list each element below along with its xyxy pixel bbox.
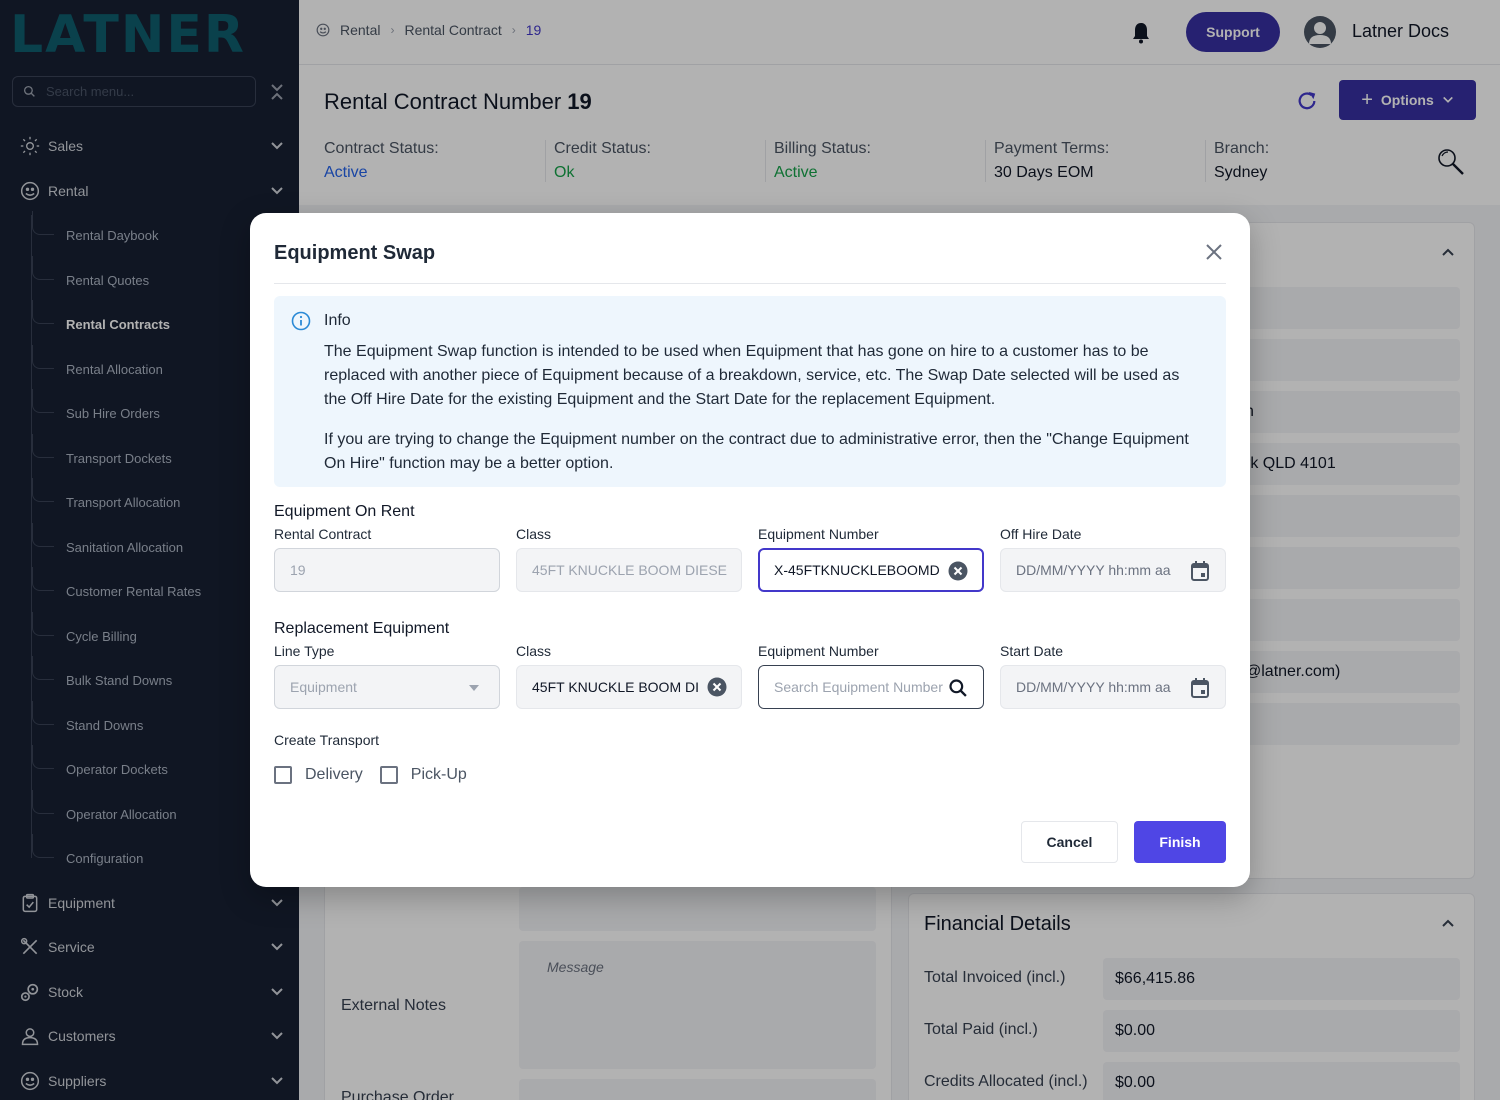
field-value: Equipment [290,679,357,695]
rental-contract-field: 19 [274,548,500,592]
info-paragraph: If you are trying to change the Equipmen… [324,431,1189,472]
start-date-label: Start Date [1000,643,1064,659]
class-field: 45FT KNUCKLE BOOM DIESEL [516,548,742,592]
field-placeholder: Search Equipment Number [774,679,943,695]
equipment-number-label: Equipment Number [758,526,879,542]
line-type-label: Line Type [274,643,335,659]
delivery-label[interactable]: Delivery [305,766,363,784]
pickup-checkbox[interactable] [379,766,398,784]
close-icon[interactable] [1205,243,1223,261]
calendar-icon[interactable] [1189,677,1211,699]
field-value: 19 [290,562,306,578]
field-placeholder: DD/MM/YYYY hh:mm aa [1016,679,1171,695]
field-placeholder: DD/MM/YYYY hh:mm aa [1016,562,1171,578]
dropdown-arrow-icon [463,677,485,699]
divider [274,283,1226,284]
dialog-title: Equipment Swap [274,242,436,264]
clear-icon[interactable] [706,676,728,698]
class-label: Class [516,526,552,542]
start-date-field[interactable]: DD/MM/YYYY hh:mm aa [1000,665,1226,709]
finish-button[interactable]: Finish [1134,821,1226,863]
info-icon [291,311,311,331]
replacement-equipment-title: Replacement Equipment [274,620,450,637]
info-text: The Equipment Swap function is intended … [324,340,1204,476]
replacement-class-field[interactable]: 45FT KNUCKLE BOOM DI [516,665,742,709]
field-value: 45FT KNUCKLE BOOM DIESEL [532,562,727,578]
search-icon[interactable] [947,677,969,699]
off-hire-date-field[interactable]: DD/MM/YYYY hh:mm aa [1000,548,1226,592]
equipment-swap-dialog: Equipment Swap Info The Equipment Swap f… [250,213,1250,887]
off-hire-date-label: Off Hire Date [1000,526,1082,542]
class-label: Class [516,643,552,659]
field-value: X-45FTKNUCKLEBOOMD [774,562,940,578]
transport-options: Delivery Pick-Up [274,766,484,784]
line-type-select: Equipment [274,665,500,709]
info-alert: Info The Equipment Swap function is inte… [274,296,1226,487]
calendar-icon[interactable] [1189,560,1211,582]
equipment-number-field[interactable]: X-45FTKNUCKLEBOOMD [758,548,984,592]
info-paragraph: The Equipment Swap function is intended … [324,343,1180,408]
pickup-label[interactable]: Pick-Up [411,766,467,784]
cancel-button[interactable]: Cancel [1021,821,1118,863]
field-value: 45FT KNUCKLE BOOM DI [532,679,700,695]
create-transport-label: Create Transport [274,732,380,748]
rental-contract-label: Rental Contract [274,526,372,542]
equipment-on-rent-title: Equipment On Rent [274,503,415,520]
delivery-checkbox[interactable] [274,766,292,784]
replacement-equipment-number-field[interactable]: Search Equipment Number [758,665,984,709]
clear-icon[interactable] [947,560,969,582]
equipment-number-label: Equipment Number [758,643,879,659]
info-title: Info [324,312,351,329]
